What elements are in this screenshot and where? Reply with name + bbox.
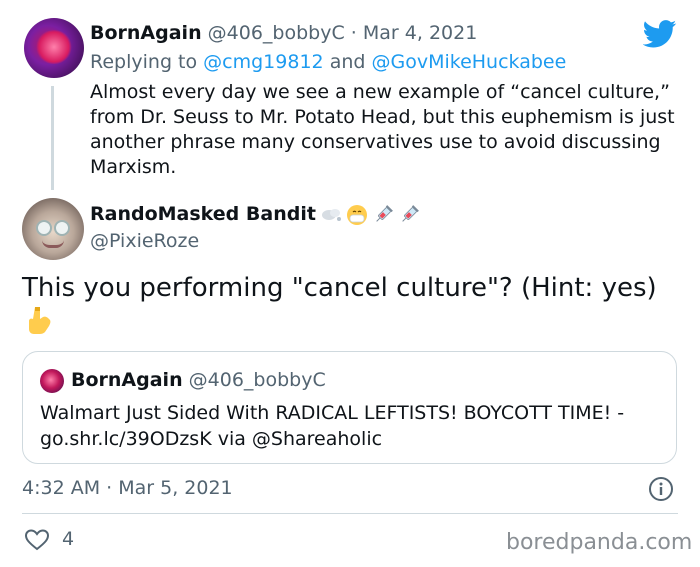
info-icon[interactable]	[648, 476, 674, 502]
quoted-tweet-text: Walmart Just Sided With RADICAL LEFTISTS…	[40, 402, 625, 450]
separator-dot: ·	[350, 22, 357, 44]
avatar-eye	[36, 220, 52, 236]
thread-connector	[51, 86, 54, 190]
parent-header: BornAgain @406_bobbyC · Mar 4, 2021	[90, 22, 477, 44]
avatar-eye	[54, 220, 70, 236]
parent-handle[interactable]: @406_bobbyC	[208, 22, 345, 44]
main-avatar[interactable]	[22, 198, 84, 260]
heart-icon[interactable]	[24, 528, 50, 552]
main-tweet-text: This you performing "cancel culture"? (H…	[22, 273, 657, 303]
replying-to: Replying to @cmg19812 and @GovMikeHuckab…	[90, 51, 566, 73]
name-emojis	[320, 203, 420, 227]
parent-date[interactable]: Mar 4, 2021	[363, 22, 477, 44]
syringe-icon	[398, 204, 420, 226]
point-down-icon	[29, 307, 51, 334]
tweet-timestamp[interactable]: 4:32 AM · Mar 5, 2021	[22, 477, 233, 499]
quoted-handle: @406_bobbyC	[188, 369, 326, 391]
divider	[22, 513, 678, 514]
quoted-avatar	[40, 369, 64, 393]
reply-mention-link[interactable]: @cmg19812	[203, 51, 323, 73]
watermark: boredpanda.com	[506, 530, 693, 555]
parent-tweet-text: Almost every day we see a new example of…	[90, 81, 675, 178]
dash-icon	[320, 204, 342, 226]
main-handle[interactable]: @PixieRoze	[90, 230, 199, 252]
syringe-icon	[372, 204, 394, 226]
replying-and: and	[329, 51, 366, 73]
mask-face-icon	[346, 204, 368, 226]
heart-image	[36, 30, 72, 64]
reply-mention-link[interactable]: @GovMikeHuckabee	[371, 51, 566, 73]
parent-avatar[interactable]	[24, 18, 84, 78]
replying-prefix: Replying to	[90, 51, 198, 73]
like-count: 4	[62, 528, 75, 550]
quoted-display-name: BornAgain	[71, 369, 183, 391]
quoted-tweet-card[interactable]: BornAgain @406_bobbyC Walmart Just Sided…	[22, 351, 677, 464]
avatar-mouth	[42, 240, 64, 248]
quoted-header: BornAgain @406_bobbyC	[71, 369, 326, 391]
parent-display-name[interactable]: BornAgain	[90, 22, 202, 44]
main-display-name[interactable]: RandoMasked Bandit	[90, 203, 316, 225]
twitter-bird-icon[interactable]	[643, 20, 677, 48]
